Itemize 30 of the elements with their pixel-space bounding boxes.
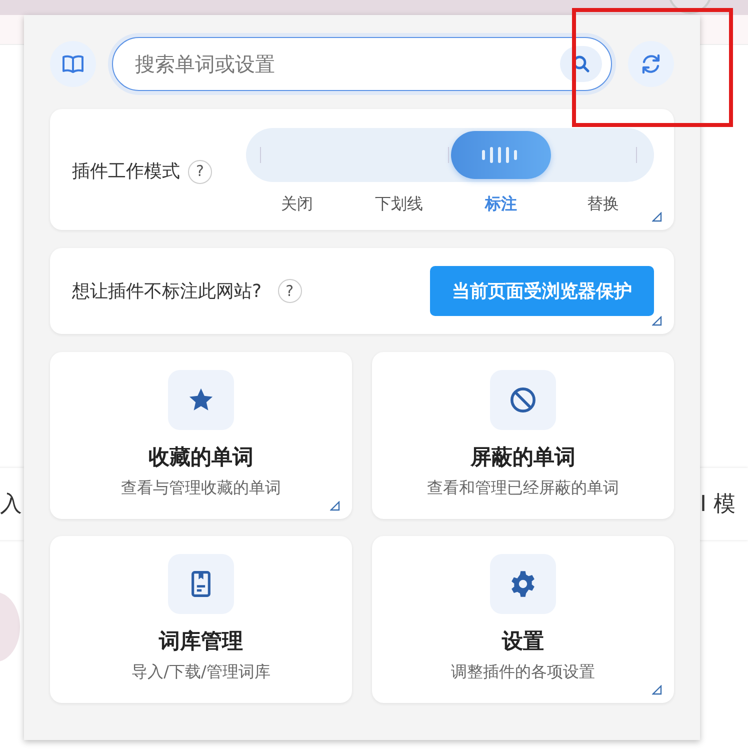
refresh-icon: [640, 53, 662, 75]
book-icon: [62, 54, 84, 74]
refresh-button[interactable]: [628, 41, 674, 87]
card-description: 导入/下载/管理词库: [132, 660, 270, 682]
search-field[interactable]: 搜索单词或设置: [112, 37, 612, 91]
mode-option[interactable]: 关闭: [246, 192, 348, 216]
slider-thumb[interactable]: [451, 130, 551, 178]
gear-icon: [509, 570, 537, 598]
mode-option[interactable]: 标注: [450, 192, 552, 216]
help-icon[interactable]: ?: [278, 279, 302, 303]
card-description: 调整插件的各项设置: [451, 660, 595, 682]
card-description: 查看与管理收藏的单词: [121, 476, 281, 498]
mode-option[interactable]: 替换: [552, 192, 654, 216]
site-question: 想让插件不标注此网站?: [72, 280, 262, 304]
dictionary-button[interactable]: [50, 41, 96, 87]
mode-option[interactable]: 下划线: [348, 192, 450, 216]
feature-card[interactable]: 收藏的单词 查看与管理收藏的单词: [50, 352, 352, 519]
card-description: 查看和管理已经屏蔽的单词: [427, 476, 619, 498]
feature-card[interactable]: 设置 调整插件的各项设置: [372, 536, 674, 703]
card-title: 屏蔽的单词: [470, 444, 576, 471]
page-text: 入: [0, 490, 22, 518]
card-title: 词库管理: [159, 628, 243, 655]
feature-card[interactable]: 屏蔽的单词 查看和管理已经屏蔽的单词: [372, 352, 674, 519]
feature-card[interactable]: 词库管理 导入/下载/管理词库: [50, 536, 352, 703]
card-title: 收藏的单词: [148, 444, 254, 471]
card-title: 设置: [502, 628, 544, 655]
help-icon[interactable]: ?: [188, 160, 212, 184]
prohibited-icon: [509, 386, 537, 414]
mode-label: 插件工作模式: [72, 160, 180, 184]
page-text: I 模: [700, 490, 736, 518]
